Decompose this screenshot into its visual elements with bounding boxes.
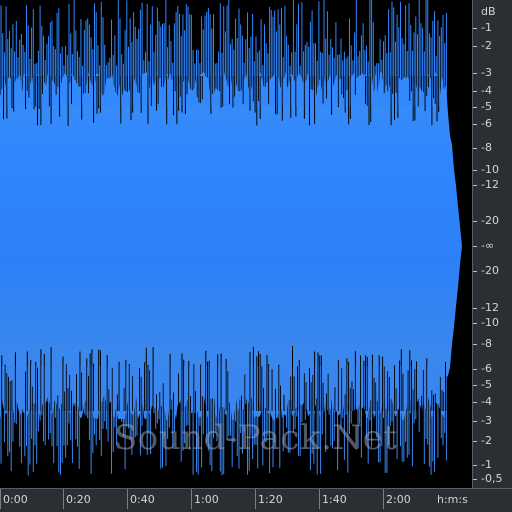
time-label: 0:00	[3, 493, 28, 506]
db-label: -20	[481, 214, 499, 227]
db-tick	[473, 465, 477, 466]
time-label: 1:00	[194, 493, 219, 506]
db-label: -5	[481, 100, 492, 113]
db-label: -3	[481, 66, 492, 79]
db-label: -8	[481, 141, 492, 154]
time-tick	[191, 489, 192, 509]
db-label: -4	[481, 84, 492, 97]
db-label: -5	[481, 378, 492, 391]
db-label: -10	[481, 316, 499, 329]
db-tick	[473, 246, 477, 247]
db-label: -1	[481, 21, 492, 34]
time-tick	[0, 489, 1, 509]
time-label: 1:20	[258, 493, 283, 506]
db-tick	[473, 308, 477, 309]
db-label: -12	[481, 301, 499, 314]
db-tick	[473, 221, 477, 222]
db-tick	[473, 344, 477, 345]
time-label: 1:40	[322, 493, 347, 506]
db-label: -∞	[481, 239, 495, 252]
db-label: -12	[481, 178, 499, 191]
db-tick	[473, 148, 477, 149]
db-label: -4	[481, 395, 492, 408]
time-tick	[383, 489, 384, 509]
db-label: -2	[481, 39, 492, 52]
db-tick	[473, 369, 477, 370]
db-label: -8	[481, 337, 492, 350]
db-tick	[473, 271, 477, 272]
db-tick	[473, 479, 477, 480]
db-label: -20	[481, 264, 499, 277]
time-label: 0:40	[130, 493, 155, 506]
db-tick	[473, 170, 477, 171]
db-tick	[473, 107, 477, 108]
db-tick	[473, 402, 477, 403]
db-label: -10	[481, 163, 499, 176]
db-scale: dB -1 -2 -3 -4 -5 -6 -8 -10 -12 -20 -∞ -20 -12 -10 -8 -…	[472, 0, 512, 488]
db-tick	[473, 124, 477, 125]
db-label: -1	[481, 458, 492, 471]
db-label: -3	[481, 414, 492, 427]
db-tick	[473, 385, 477, 386]
db-tick	[473, 73, 477, 74]
db-tick	[473, 421, 477, 422]
time-label: 0:20	[66, 493, 91, 506]
db-label: -6	[481, 117, 492, 130]
waveform-graph[interactable]	[0, 0, 472, 488]
time-tick	[319, 489, 320, 509]
db-tick	[473, 28, 477, 29]
db-tick	[473, 91, 477, 92]
db-unit-label: dB	[481, 5, 496, 18]
db-tick	[473, 441, 477, 442]
waveform-display[interactable]: Sound-Pack.Net	[0, 0, 472, 488]
time-unit-label: h:m:s	[437, 493, 468, 506]
db-label: -6	[481, 362, 492, 375]
time-tick	[63, 489, 64, 509]
db-label: -0,5	[481, 472, 503, 485]
time-label: 2:00	[386, 493, 411, 506]
time-tick	[255, 489, 256, 509]
time-tick	[127, 489, 128, 509]
db-label: -2	[481, 434, 492, 447]
db-tick	[473, 323, 477, 324]
audio-editor-view: Sound-Pack.Net dB -1 -2 -3 -4 -5 -6 -8 -10 -12 -2…	[0, 0, 512, 512]
db-tick	[473, 185, 477, 186]
time-ruler[interactable]: 0:00 0:20 0:40 1:00 1:20 1:40 2:00 h:m:s	[0, 488, 512, 512]
db-tick	[473, 46, 477, 47]
